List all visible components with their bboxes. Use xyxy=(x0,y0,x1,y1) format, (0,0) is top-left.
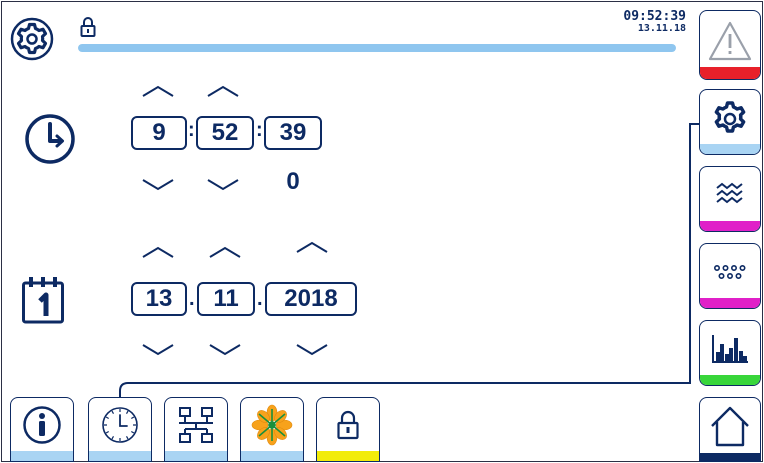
home-icon xyxy=(711,406,749,446)
network-accent-bar xyxy=(165,451,227,461)
lock-accent-bar xyxy=(317,451,379,461)
chart-accent-bar xyxy=(700,375,760,385)
alarm-accent-bar xyxy=(700,67,760,79)
settings-tab-button[interactable] xyxy=(699,89,761,155)
home-accent-bar xyxy=(700,453,760,461)
network-tab-button[interactable] xyxy=(164,397,228,462)
menu-connector-line xyxy=(119,123,699,397)
dots-accent-bar xyxy=(700,298,760,308)
settings-accent-bar xyxy=(700,144,760,154)
lock-icon xyxy=(337,410,359,439)
info-tab-button[interactable] xyxy=(10,397,74,462)
dots-tab-button[interactable] xyxy=(699,243,761,309)
clock-accent-bar xyxy=(89,451,151,461)
flower-accent-bar xyxy=(241,451,303,461)
bar-chart-icon xyxy=(712,335,748,363)
waves-icon xyxy=(716,182,743,204)
gear-icon xyxy=(714,101,746,133)
waves-tab-button[interactable] xyxy=(699,166,761,232)
network-icon xyxy=(179,406,213,443)
waves-accent-bar xyxy=(700,221,760,231)
clock-icon xyxy=(102,406,138,443)
info-accent-bar xyxy=(11,451,73,461)
chart-tab-button[interactable] xyxy=(699,320,761,386)
alarm-button[interactable] xyxy=(699,10,761,80)
home-button[interactable] xyxy=(699,397,761,462)
info-icon xyxy=(23,405,61,444)
dots-icon xyxy=(713,264,746,280)
flower-icon xyxy=(251,404,293,445)
clock-tab-button[interactable] xyxy=(88,397,152,462)
warning-icon xyxy=(708,21,752,61)
flower-tab-button[interactable] xyxy=(240,397,304,462)
lock-tab-button[interactable] xyxy=(316,397,380,462)
